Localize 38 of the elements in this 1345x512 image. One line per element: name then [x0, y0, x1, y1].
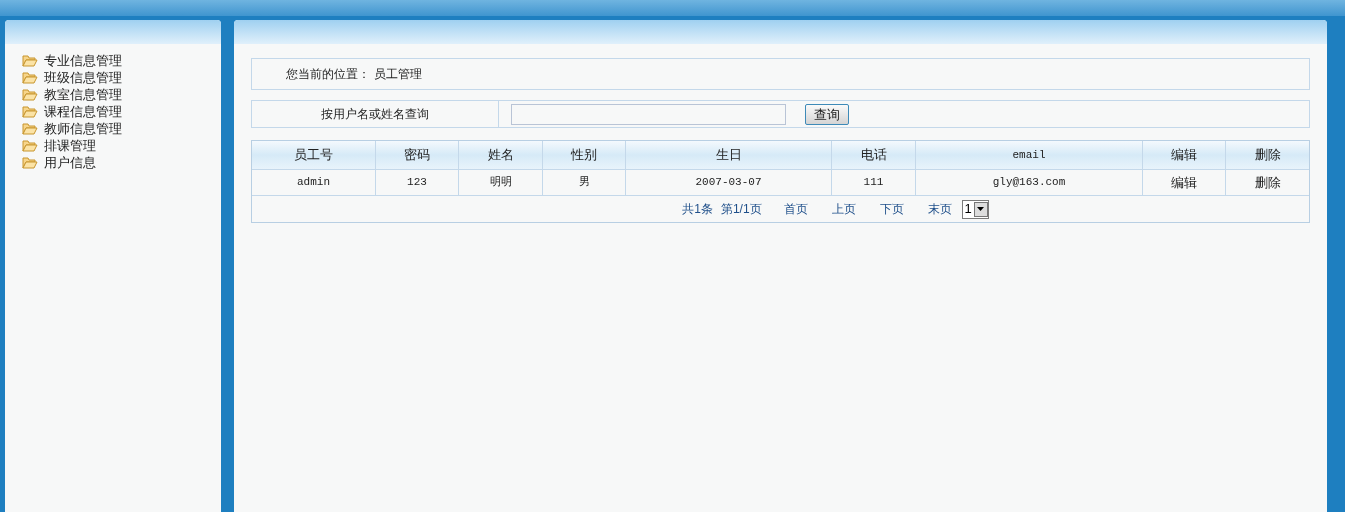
table-cell: gly@163.com — [916, 170, 1143, 195]
folder-icon — [22, 139, 38, 152]
search-button[interactable]: 查询 — [805, 103, 849, 125]
column-header: 编辑 — [1143, 141, 1226, 169]
table-cell: 男 — [543, 170, 626, 195]
search-field[interactable] — [511, 103, 786, 125]
search-label: 按用户名或姓名查询 — [321, 106, 429, 123]
location-value: 员工管理 — [374, 66, 422, 83]
column-header: 性别 — [543, 141, 626, 169]
caret-icon — [977, 207, 985, 211]
table-cell: admin — [252, 170, 376, 195]
table-cell: 111 — [832, 170, 916, 195]
delete-link[interactable]: 删除 — [1254, 172, 1281, 193]
folder-icon — [22, 156, 38, 169]
column-header: 删除 — [1253, 146, 1282, 165]
column-header: 员工号 — [252, 141, 376, 169]
page-select[interactable]: 1 — [961, 199, 989, 219]
page-link[interactable]: 上页 — [831, 200, 856, 218]
table-cell: 2007-03-07 — [626, 170, 832, 195]
page-info: 共1条 — [682, 201, 713, 218]
page-info: 第1/1页 — [720, 201, 762, 218]
location-label: 您当前的位置： — [286, 66, 370, 83]
table-cell: 123 — [376, 170, 459, 195]
page-link[interactable]: 首页 — [783, 200, 808, 218]
column-header: 密码 — [376, 141, 459, 169]
table-cell: 明明 — [459, 170, 543, 195]
column-header: 生日 — [626, 141, 832, 169]
folder-icon — [22, 54, 38, 67]
page-link[interactable]: 末页 — [927, 200, 952, 218]
column-header: 电话 — [832, 141, 916, 169]
page-link[interactable]: 下页 — [879, 200, 904, 218]
column-header: 姓名 — [459, 141, 543, 169]
folder-icon — [22, 71, 38, 84]
folder-icon — [22, 88, 38, 101]
edit-link[interactable]: 编辑 — [1171, 172, 1197, 193]
column-header: email — [916, 141, 1143, 169]
folder-icon — [22, 105, 38, 118]
folder-icon — [22, 122, 38, 135]
